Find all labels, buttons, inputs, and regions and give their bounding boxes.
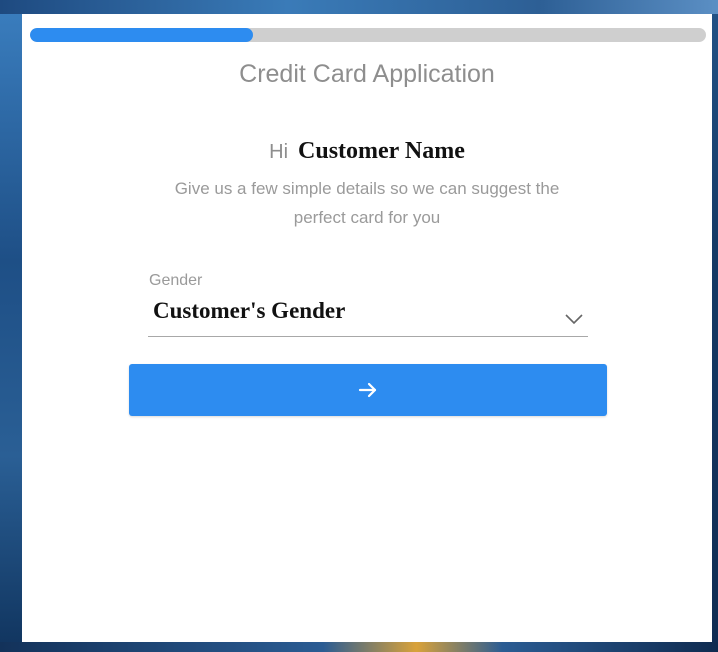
desktop-background-left bbox=[0, 0, 22, 652]
progress-bar bbox=[30, 28, 706, 42]
gender-label: Gender bbox=[149, 272, 203, 289]
application-card: Credit Card Application Hi Customer Name … bbox=[22, 14, 712, 642]
gender-select-value: Customer's Gender bbox=[153, 298, 346, 323]
desktop-background-top bbox=[0, 0, 718, 14]
subtitle-text: Give us a few simple details so we can s… bbox=[174, 179, 560, 227]
page-title: Credit Card Application bbox=[239, 60, 495, 88]
gender-select[interactable]: Customer's Gender bbox=[148, 294, 588, 337]
greeting: Hi Customer Name bbox=[22, 138, 712, 165]
desktop-background-bottom bbox=[0, 642, 718, 652]
chevron-down-icon bbox=[565, 314, 583, 325]
customer-name: Customer Name bbox=[298, 138, 465, 164]
greeting-prefix: Hi bbox=[269, 141, 289, 163]
next-button[interactable] bbox=[129, 364, 607, 416]
progress-bar-fill bbox=[30, 28, 254, 42]
arrow-right-icon bbox=[358, 382, 377, 398]
